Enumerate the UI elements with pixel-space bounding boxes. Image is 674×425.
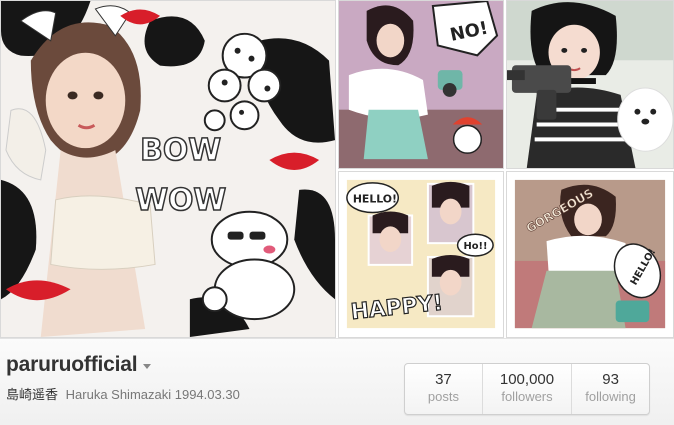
- followers-label: followers: [501, 389, 553, 404]
- photo-collage: BOW WOW NO! HELLO! Ho!! HAPPY! GORGEOUS …: [0, 0, 674, 338]
- posts-label: posts: [427, 389, 459, 404]
- following-count: 93: [602, 371, 619, 388]
- photo-top-right-illustration: [507, 1, 673, 168]
- followers-count: 100,000: [499, 371, 555, 388]
- photo-top-middle-illustration: NO!: [339, 1, 503, 168]
- photo-bottom-middle-illustration: HELLO! Ho!! HAPPY!: [339, 172, 503, 337]
- photo-tile-bottom-middle[interactable]: HELLO! Ho!! HAPPY!: [338, 171, 504, 338]
- photo-tile-top-middle[interactable]: NO!: [338, 0, 504, 169]
- profile-stats: 37 posts 100,000 followers 93 following: [404, 363, 650, 415]
- hello-bubble-text: HELLO!: [353, 193, 397, 206]
- photo-tile-top-right[interactable]: [506, 0, 674, 169]
- photo-large-illustration: BOW WOW: [1, 1, 335, 337]
- bow-text: BOW: [140, 133, 221, 168]
- photo-bottom-right-illustration: GORGEOUS HELLO!: [507, 172, 673, 337]
- profile-header: paruruofficial 島崎遥香 Haruka Shimazaki 199…: [0, 338, 674, 425]
- following-label: following: [585, 389, 636, 404]
- photo-tile-large[interactable]: BOW WOW: [0, 0, 336, 338]
- stat-posts[interactable]: 37 posts: [405, 364, 483, 414]
- chevron-down-icon[interactable]: [143, 364, 152, 369]
- bio-english: Haruka Shimazaki 1994.03.30: [65, 387, 240, 402]
- photo-tile-bottom-right[interactable]: GORGEOUS HELLO!: [506, 171, 674, 338]
- profile-bio: 島崎遥香 Haruka Shimazaki 1994.03.30: [6, 384, 240, 403]
- stat-followers[interactable]: 100,000 followers: [483, 364, 573, 414]
- stat-following[interactable]: 93 following: [572, 364, 649, 414]
- username-row: paruruofficial: [6, 353, 152, 377]
- bio-japanese-name: 島崎遥香: [6, 387, 59, 402]
- username[interactable]: paruruofficial: [6, 353, 138, 377]
- posts-count: 37: [435, 371, 452, 388]
- ho-bubble-text: Ho!!: [463, 241, 487, 252]
- wow-text: WOW: [135, 183, 226, 218]
